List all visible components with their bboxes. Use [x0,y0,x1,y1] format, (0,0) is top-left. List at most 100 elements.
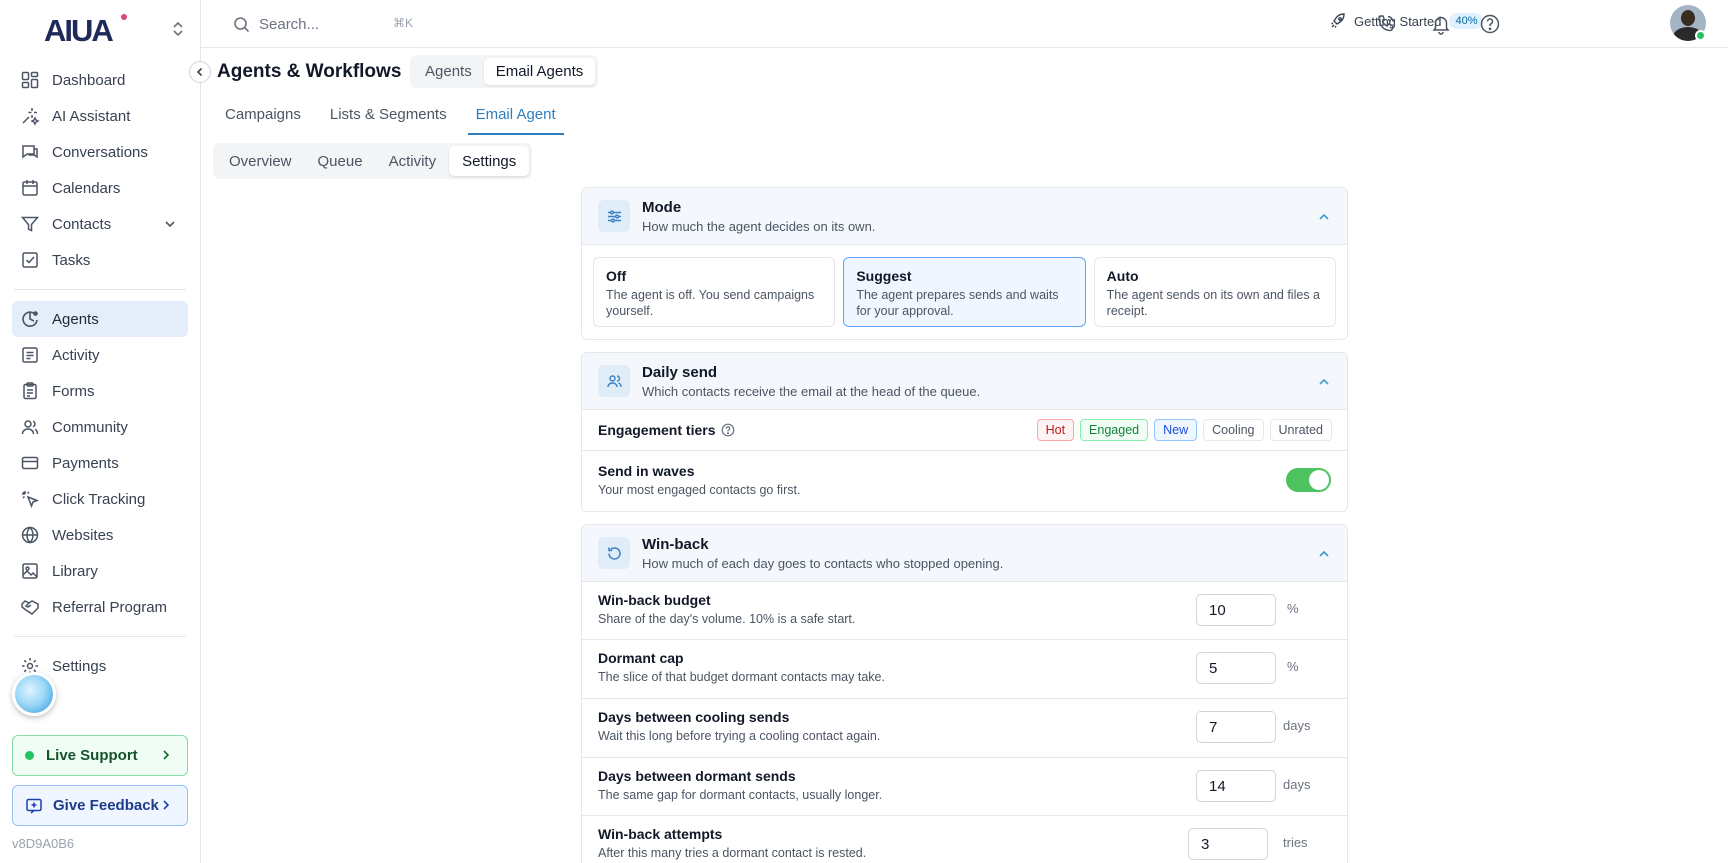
send-in-waves-toggle[interactable] [1286,468,1331,492]
tier-pill-unrated[interactable]: Unrated [1269,419,1332,441]
chevron-up-icon[interactable] [1317,547,1331,561]
unit-label: % [1287,659,1299,674]
unit-label: tries [1283,835,1308,850]
row-desc: Wait this long before trying a cooling c… [598,729,881,743]
dormant-cap-input[interactable]: 5 [1196,652,1276,684]
option-title: Off [606,268,627,284]
daily-send-card: Daily send Which contacts receive the em… [581,352,1348,512]
tab-email-agent[interactable]: Email Agent [467,100,564,135]
win-back-attempts-input[interactable]: 3 [1188,828,1268,860]
section-tabs: Campaigns Lists & Segments Email Agent [217,100,577,135]
tab-campaigns[interactable]: Campaigns [217,100,309,135]
mode-option-suggest[interactable]: Suggest The agent prepares sends and wai… [843,257,1086,327]
sidebar-divider [14,289,186,290]
calendar-icon [20,178,40,198]
mode-option-off[interactable]: Off The agent is off. You send campaigns… [593,257,836,327]
sidebar-item-label: Click Tracking [52,490,146,508]
chevron-up-icon[interactable] [1317,210,1331,224]
help-icon[interactable] [721,423,735,437]
search-input[interactable]: Search... [233,12,319,36]
card-title: Mode [642,199,682,216]
sidebar-item-referral-program[interactable]: Referral Program [12,589,188,625]
sidebar-item-forms[interactable]: Forms [12,373,188,409]
email-agent-subtabs: Overview Queue Activity Settings [213,143,533,179]
sidebar-item-payments[interactable]: Payments [12,445,188,481]
subtab-activity[interactable]: Activity [376,146,450,176]
sidebar-item-label: Activity [52,346,100,364]
funnel-icon [20,214,40,234]
segment-agents[interactable]: Agents [413,58,484,85]
image-icon [20,561,40,581]
segment-email-agents[interactable]: Email Agents [483,58,596,85]
sidebar-item-community[interactable]: Community [12,409,188,445]
subtab-settings[interactable]: Settings [449,146,530,176]
search-icon [234,16,250,32]
sidebar-item-library[interactable]: Library [12,553,188,589]
assistant-orb[interactable] [12,672,56,716]
handshake-icon [20,597,40,617]
dormant-interval-input[interactable]: 14 [1196,770,1276,802]
getting-started-button[interactable]: Getting Started 40% [1330,13,1484,29]
chevron-updown-icon[interactable] [171,20,185,38]
unit-label: % [1287,601,1299,616]
sidebar-item-label: Websites [52,526,114,544]
chevron-up-icon[interactable] [1317,375,1331,389]
sidebar-item-dashboard[interactable]: Dashboard [12,62,188,98]
daily-send-card-header[interactable]: Daily send Which contacts receive the em… [582,353,1347,410]
brand-logo[interactable]: AIUA [44,10,132,48]
tier-pill-hot[interactable]: Hot [1036,419,1075,441]
search-placeholder: Search... [259,15,320,33]
mode-options: Off The agent is off. You send campaigns… [582,245,1347,339]
win-back-attempts-row: Win-back attempts After this many tries … [582,816,1347,863]
sidebar-item-conversations[interactable]: Conversations [12,134,188,170]
refresh-icon [598,537,630,569]
row-label: Days between dormant sends [598,768,796,784]
sidebar-item-activity[interactable]: Activity [12,337,188,373]
subtab-queue[interactable]: Queue [305,146,376,176]
subtab-overview[interactable]: Overview [216,146,305,176]
row-desc: Your most engaged contacts go first. [598,483,801,497]
option-desc: The agent sends on its own and files a r… [1106,288,1320,318]
agents-icon [20,309,40,329]
sidebar-item-websites[interactable]: Websites [12,517,188,553]
tier-pill-engaged[interactable]: Engaged [1080,419,1149,441]
mode-option-auto[interactable]: Auto The agent sends on its own and file… [1093,257,1336,327]
option-desc: The agent is off. You send campaigns you… [606,288,815,318]
option-title: Suggest [856,268,912,284]
sidebar-item-agents[interactable]: Agents [12,301,188,337]
give-feedback-button[interactable]: Give Feedback [12,785,188,826]
sidebar-nav: Dashboard AI Assistant Conversations Cal… [12,62,188,684]
live-support-label: Live Support [46,747,138,764]
sidebar-item-tasks[interactable]: Tasks [12,242,188,278]
sidebar-item-contacts[interactable]: Contacts [12,206,188,242]
sidebar-item-calendars[interactable]: Calendars [12,170,188,206]
cursor-icon [20,489,40,509]
mode-card-header[interactable]: Mode How much the agent decides on its o… [582,188,1347,245]
help-icon[interactable] [1479,13,1501,35]
row-label: Send in waves [598,463,695,479]
grid-icon [20,70,40,90]
chevron-down-icon[interactable] [162,216,178,232]
phone-icon[interactable] [1375,13,1397,35]
sidebar-item-label: Settings [52,657,107,675]
getting-started-label: Getting Started [1354,13,1442,29]
live-support-button[interactable]: Live Support [12,735,188,776]
row-label: Days between cooling sends [598,709,790,725]
card-title: Win-back [642,536,709,553]
online-status-dot [1695,30,1706,41]
sidebar-item-ai-assistant[interactable]: AI Assistant [12,98,188,134]
bell-icon[interactable] [1430,13,1452,35]
tier-pill-new[interactable]: New [1154,419,1198,441]
card-subtitle: How much of each day goes to contacts wh… [642,556,1004,571]
tier-pill-cooling[interactable]: Cooling [1203,419,1264,441]
row-desc: Share of the day's volume. 10% is a safe… [598,612,856,626]
cooling-interval-input[interactable]: 7 [1196,711,1276,743]
collapse-sidebar-button[interactable] [189,61,211,83]
logo-text: AIUA [44,13,113,48]
sidebar-item-label: Contacts [52,215,112,233]
win-back-card-header[interactable]: Win-back How much of each day goes to co… [582,525,1347,582]
tab-lists-segments[interactable]: Lists & Segments [322,100,455,135]
win-back-budget-row: Win-back budget Share of the day's volum… [582,582,1347,640]
sidebar-item-click-tracking[interactable]: Click Tracking [12,481,188,517]
win-back-budget-input[interactable]: 10 [1196,594,1276,626]
